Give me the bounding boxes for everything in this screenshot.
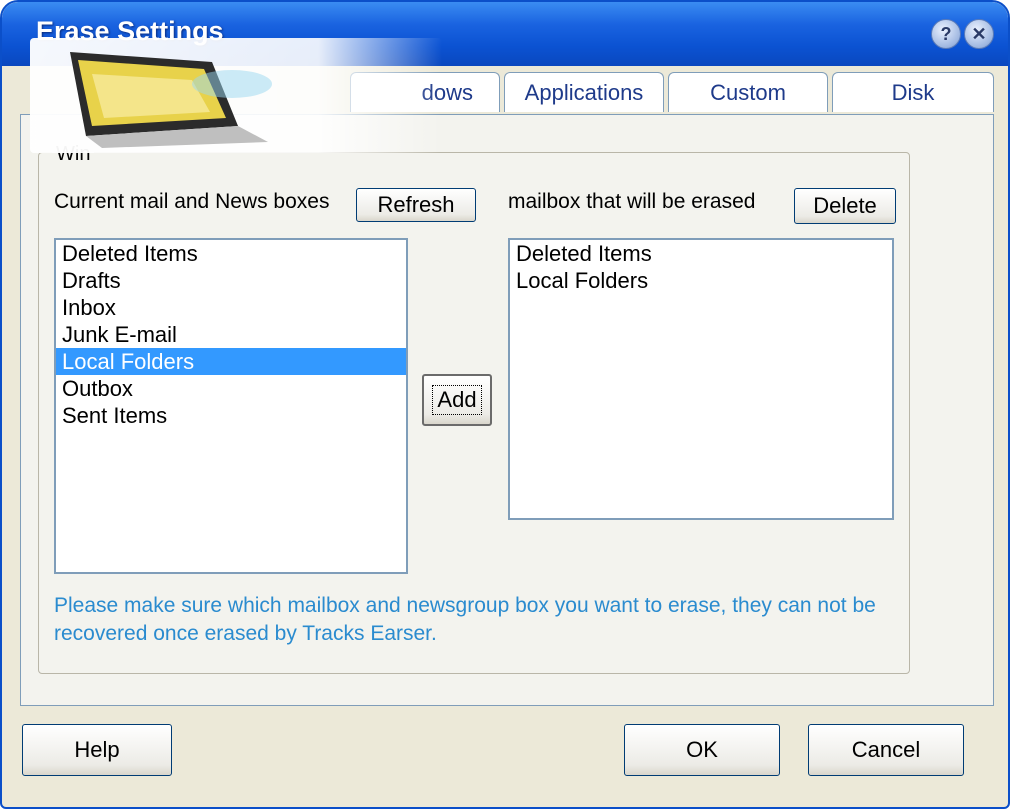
list-item[interactable]: Drafts [56,267,406,294]
list-item[interactable]: Local Folders [510,267,892,294]
tracks-eraser-logo [30,38,442,153]
dialog-footer: Help OK Cancel [2,708,1008,807]
tab-disk-label: Disk [891,79,935,105]
delete-button[interactable]: Delete [794,188,896,224]
tab-disk[interactable]: Disk [832,72,994,112]
list-item[interactable]: Junk E-mail [56,321,406,348]
tab-custom[interactable]: Custom [668,72,828,112]
warning-notice: Please make sure which mailbox and newsg… [54,594,876,645]
ok-button[interactable]: OK [624,724,780,776]
list-item[interactable]: Inbox [56,294,406,321]
refresh-button[interactable]: Refresh [356,188,476,222]
list-item[interactable]: Deleted Items [56,240,406,267]
current-boxes-label: Current mail and News boxes [54,190,330,213]
erase-boxes-list[interactable]: Deleted Items Local Folders [508,238,894,520]
tab-applications-label: Applications [524,79,644,105]
erase-list-label: mailbox that will be erased [508,190,756,213]
erase-settings-dialog: Erase Settings ? ✕ dows Applications Cus… [0,0,1010,809]
laptop-icon [70,52,272,148]
list-item[interactable]: Local Folders [56,348,406,375]
tab-custom-label: Custom [710,79,786,105]
mail-boxes-list[interactable]: Deleted Items Drafts Inbox Junk E-mail Local… [54,238,408,574]
add-button-label: Add [432,385,482,415]
list-item[interactable]: Outbox [56,375,406,402]
close-icon[interactable]: ✕ [964,19,994,49]
tab-applications[interactable]: Applications [504,72,664,112]
list-item[interactable]: Deleted Items [510,240,892,267]
add-button[interactable]: Add [422,374,492,426]
cancel-button[interactable]: Cancel [808,724,964,776]
help-button[interactable]: Help [22,724,172,776]
help-icon[interactable]: ? [931,19,961,49]
list-item[interactable]: Sent Items [56,402,406,429]
